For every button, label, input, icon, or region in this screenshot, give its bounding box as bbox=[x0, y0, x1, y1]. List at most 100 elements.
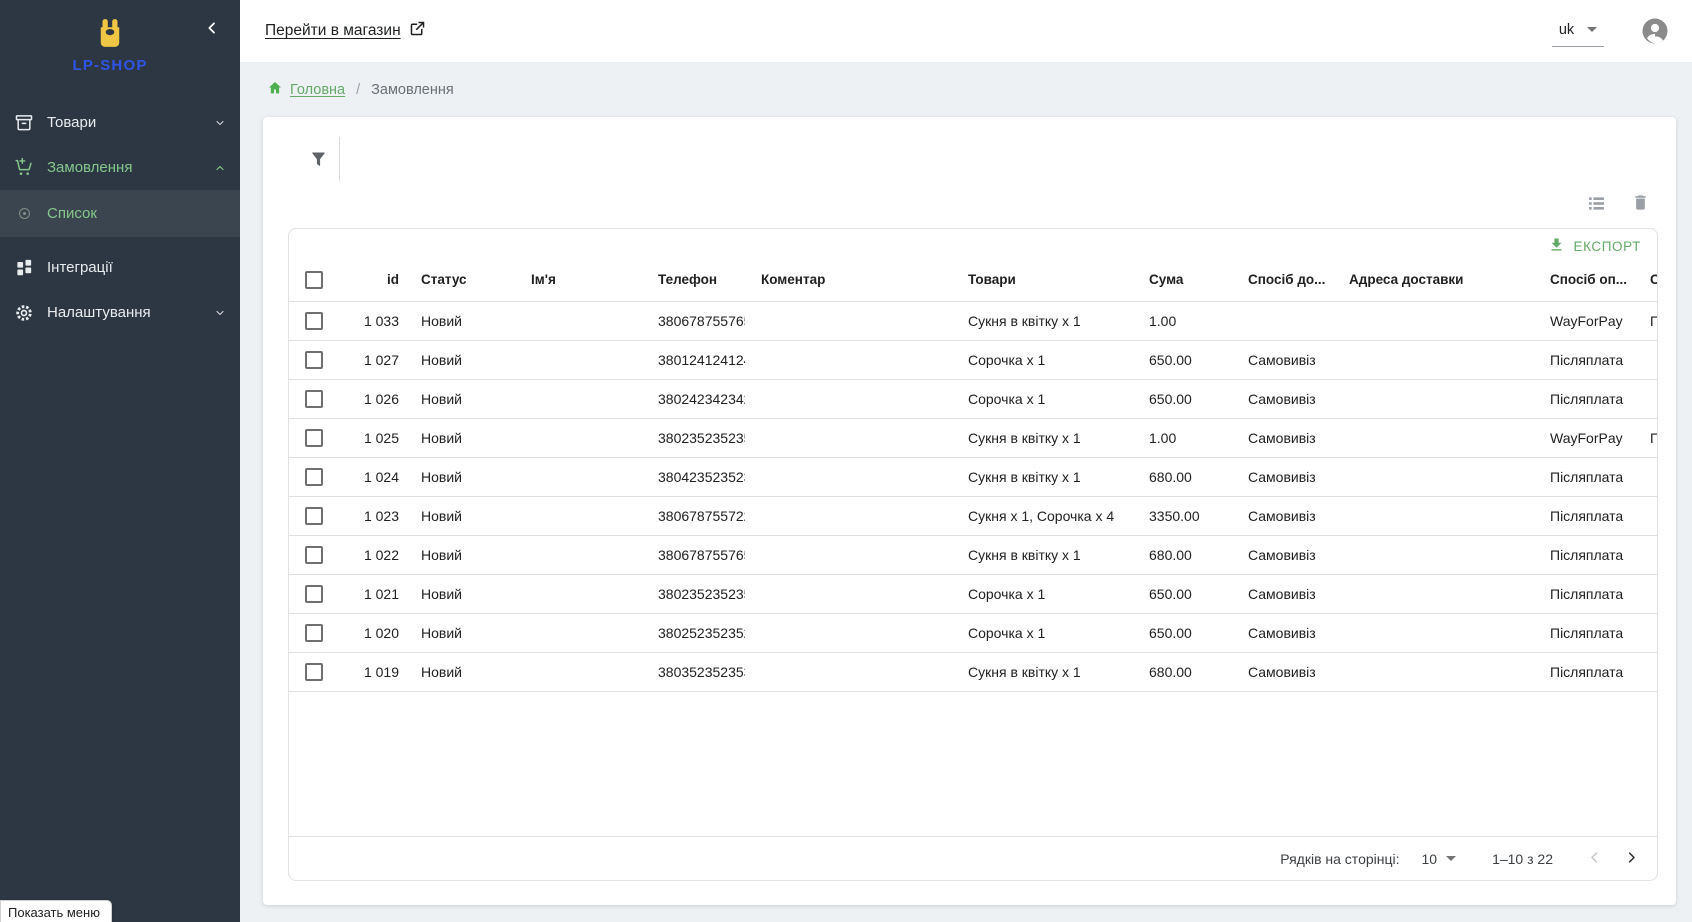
cell-pay-status: Пі bbox=[1634, 418, 1657, 457]
table-row[interactable]: 1 026 Новий 380242342342 Сорочка x 1 650… bbox=[289, 379, 1657, 418]
chevron-left-icon bbox=[1587, 850, 1602, 868]
prev-page-button[interactable] bbox=[1583, 846, 1606, 872]
sidebar-item-settings[interactable]: Налаштування bbox=[0, 290, 240, 335]
column-header-name[interactable]: Ім'я bbox=[515, 259, 642, 301]
filter-button[interactable] bbox=[305, 145, 332, 175]
row-checkbox[interactable] bbox=[305, 624, 323, 642]
list-toolbar bbox=[1584, 191, 1652, 219]
cell-id: 1 027 bbox=[337, 340, 405, 379]
user-menu-button[interactable] bbox=[1640, 16, 1670, 46]
logo: LP-SHOP bbox=[0, 0, 220, 74]
cell-status: Новий bbox=[405, 496, 515, 535]
cell-comment bbox=[745, 613, 952, 652]
cell-comment bbox=[745, 574, 952, 613]
column-header-payment[interactable]: Спосіб оп... bbox=[1534, 259, 1634, 301]
column-header-phone[interactable]: Телефон bbox=[642, 259, 745, 301]
language-select[interactable]: uk bbox=[1552, 16, 1604, 47]
cell-pay-status bbox=[1634, 535, 1657, 574]
next-page-button[interactable] bbox=[1620, 846, 1643, 872]
cell-sum: 650.00 bbox=[1133, 379, 1232, 418]
table-header-row: id Статус Ім'я Телефон Коментар Товари С… bbox=[289, 259, 1657, 301]
table-row[interactable]: 1 024 Новий 380423523523 Сукня в квітку … bbox=[289, 457, 1657, 496]
row-checkbox[interactable] bbox=[305, 312, 323, 330]
cell-payment: Післяплата bbox=[1534, 613, 1634, 652]
cell-status: Новий bbox=[405, 535, 515, 574]
store-link[interactable]: Перейти в магазин bbox=[265, 20, 426, 42]
export-button[interactable]: ЕКСПОРТ bbox=[1544, 233, 1645, 259]
row-checkbox[interactable] bbox=[305, 585, 323, 603]
cell-products: Сукня x 1, Сорочка x 4 bbox=[952, 496, 1133, 535]
row-checkbox[interactable] bbox=[305, 468, 323, 486]
sidebar-item-integrations[interactable]: Інтеграції bbox=[0, 245, 240, 290]
cell-comment bbox=[745, 301, 952, 340]
sidebar-item-products[interactable]: Товари bbox=[0, 100, 240, 145]
table-row[interactable]: 1 033 Новий 380678755765 Сукня в квітку … bbox=[289, 301, 1657, 340]
table-row[interactable]: 1 023 Новий 380678755722 Сукня x 1, Соро… bbox=[289, 496, 1657, 535]
cell-pay-status bbox=[1634, 613, 1657, 652]
cell-pay-status bbox=[1634, 496, 1657, 535]
cell-comment bbox=[745, 496, 952, 535]
sidebar-item-orders-list[interactable]: Список bbox=[0, 190, 240, 237]
cell-phone: 380352352353 bbox=[642, 652, 745, 691]
table-card: ЕКСПОРТ bbox=[288, 228, 1658, 881]
table-row[interactable]: 1 027 Новий 380124124124 Сорочка x 1 650… bbox=[289, 340, 1657, 379]
dot-circle-icon bbox=[9, 208, 39, 219]
funnel-icon bbox=[309, 156, 328, 171]
caret-down-icon bbox=[1446, 856, 1456, 861]
row-checkbox[interactable] bbox=[305, 663, 323, 681]
cell-payment: Післяплата bbox=[1534, 340, 1634, 379]
cell-products: Сукня в квітку x 1 bbox=[952, 301, 1133, 340]
cell-delivery: Самовивіз bbox=[1232, 574, 1333, 613]
orders-card: ЕКСПОРТ bbox=[263, 117, 1676, 905]
column-header-comment[interactable]: Коментар bbox=[745, 259, 952, 301]
cell-phone: 380423523523 bbox=[642, 457, 745, 496]
row-checkbox[interactable] bbox=[305, 390, 323, 408]
delete-button[interactable] bbox=[1629, 191, 1652, 219]
sidebar-collapse-button[interactable] bbox=[202, 18, 222, 41]
cell-sum: 3350.00 bbox=[1133, 496, 1232, 535]
table-row[interactable]: 1 022 Новий 380678755765 Сукня в квітку … bbox=[289, 535, 1657, 574]
app-root: LP-SHOP Товари bbox=[0, 0, 1692, 922]
cell-status: Новий bbox=[405, 340, 515, 379]
view-list-icon bbox=[1586, 193, 1607, 217]
chevron-down-icon bbox=[214, 307, 226, 319]
column-header-pay-status[interactable]: Ст bbox=[1634, 259, 1657, 301]
cell-delivery: Самовивіз bbox=[1232, 652, 1333, 691]
column-header-status[interactable]: Статус bbox=[405, 259, 515, 301]
select-all-checkbox[interactable] bbox=[305, 271, 323, 289]
sidebar-item-label: Замовлення bbox=[47, 159, 214, 176]
sidebar-item-orders[interactable]: Замовлення bbox=[0, 145, 240, 190]
cell-name bbox=[515, 340, 642, 379]
breadcrumb-separator: / bbox=[356, 82, 360, 98]
cell-id: 1 025 bbox=[337, 418, 405, 457]
table-row[interactable]: 1 020 Новий 380252352352 Сорочка x 1 650… bbox=[289, 613, 1657, 652]
topbar-right: uk bbox=[1552, 16, 1670, 47]
table-row[interactable]: 1 019 Новий 380352352353 Сукня в квітку … bbox=[289, 652, 1657, 691]
select-columns-button[interactable] bbox=[1584, 191, 1609, 219]
rows-per-page-select[interactable]: 10 bbox=[1422, 851, 1457, 867]
cell-delivery bbox=[1232, 301, 1333, 340]
row-checkbox[interactable] bbox=[305, 351, 323, 369]
row-checkbox[interactable] bbox=[305, 546, 323, 564]
row-checkbox[interactable] bbox=[305, 429, 323, 447]
table-row[interactable]: 1 025 Новий 380235235235 Сукня в квітку … bbox=[289, 418, 1657, 457]
cell-products: Сукня в квітку x 1 bbox=[952, 535, 1133, 574]
column-header-id[interactable]: id bbox=[337, 259, 405, 301]
cell-phone: 380678755722 bbox=[642, 496, 745, 535]
nav-divider-gap bbox=[0, 237, 240, 245]
sidebar-item-label: Налаштування bbox=[47, 304, 214, 321]
table-row[interactable]: 1 021 Новий 380235235235 Сорочка x 1 650… bbox=[289, 574, 1657, 613]
column-header-sum[interactable]: Сума bbox=[1133, 259, 1232, 301]
sidebar-item-label: Список bbox=[47, 205, 226, 222]
cell-products: Сорочка x 1 bbox=[952, 340, 1133, 379]
breadcrumb-home-link[interactable]: Головна bbox=[290, 82, 345, 98]
row-checkbox[interactable] bbox=[305, 507, 323, 525]
trash-icon bbox=[1631, 193, 1650, 217]
column-header-delivery[interactable]: Спосіб до... bbox=[1232, 259, 1333, 301]
cell-comment bbox=[745, 418, 952, 457]
column-header-products[interactable]: Товари bbox=[952, 259, 1133, 301]
column-header-address[interactable]: Адреса доставки bbox=[1333, 259, 1534, 301]
cell-pay-status bbox=[1634, 340, 1657, 379]
cell-pay-status bbox=[1634, 379, 1657, 418]
chevron-up-icon bbox=[214, 162, 226, 174]
